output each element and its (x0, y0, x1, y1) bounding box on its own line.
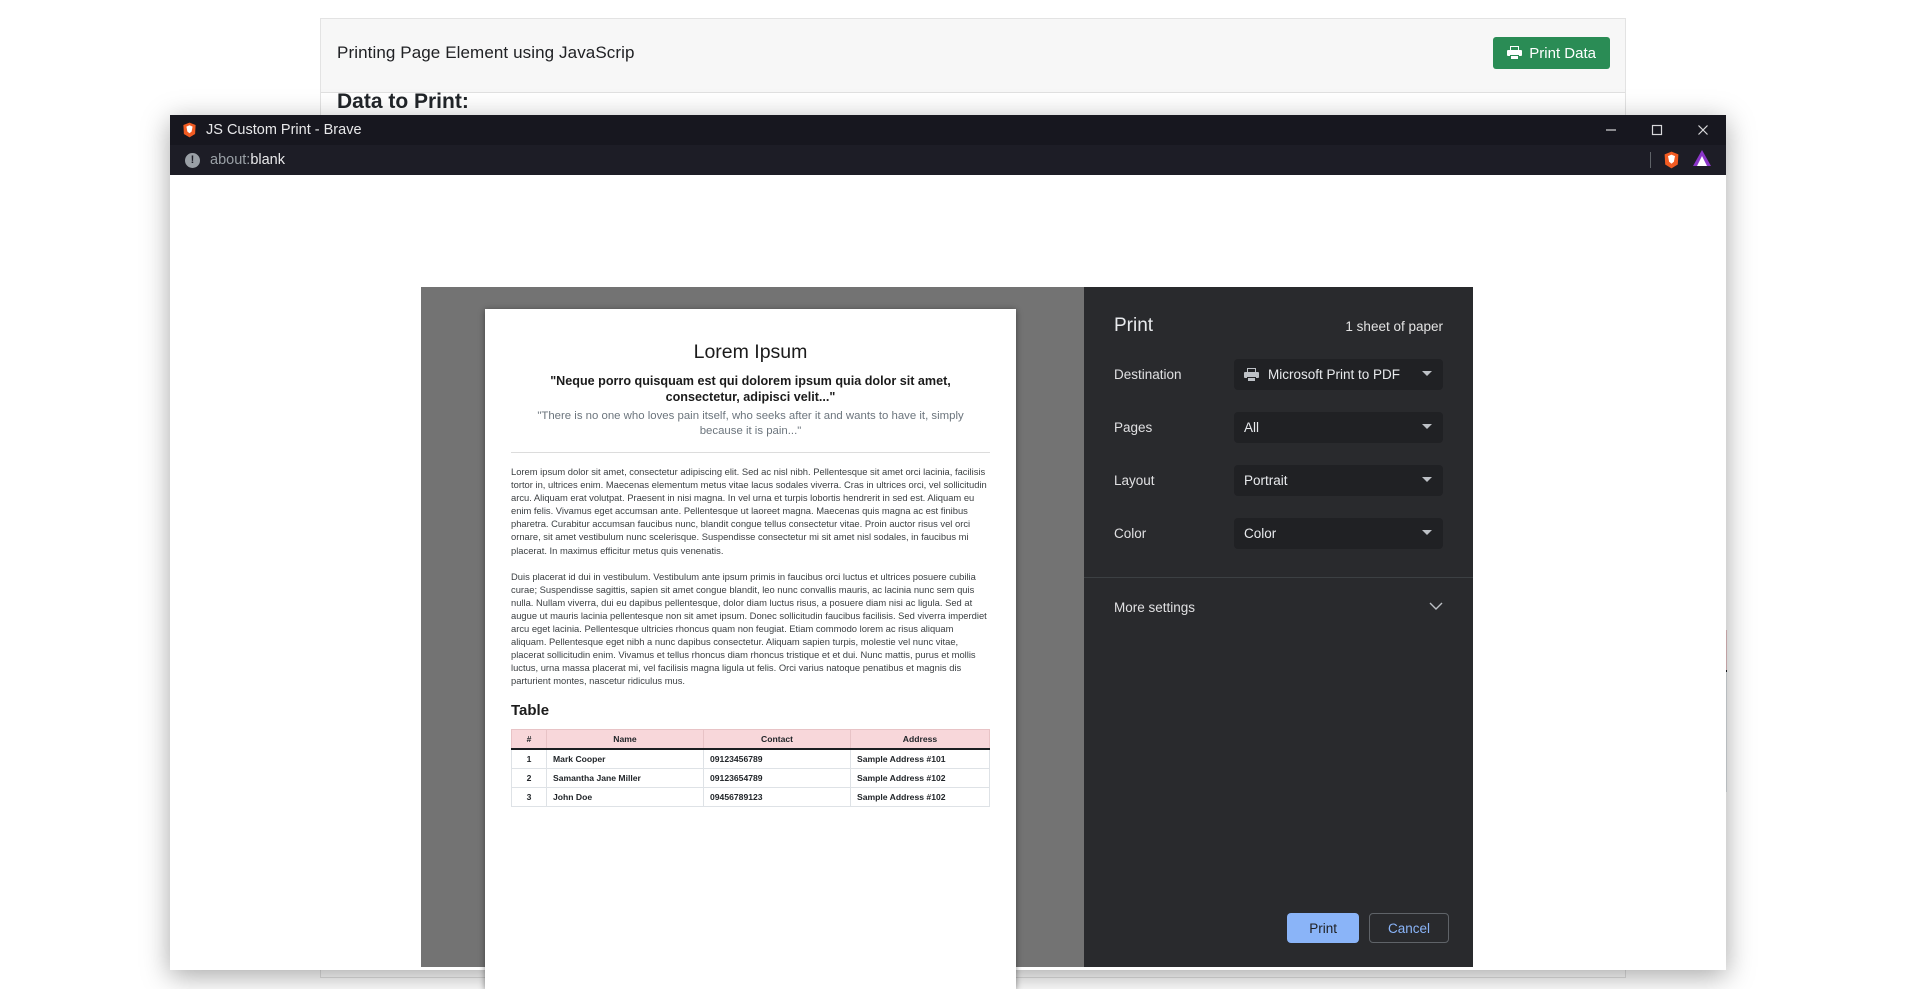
preview-cell-contact: 09123456789 (704, 749, 851, 769)
preview-table-row: 1 Mark Cooper 09123456789 Sample Address… (512, 749, 990, 769)
browser-window: JS Custom Print - Brave ! about:blank (170, 115, 1726, 970)
layout-select[interactable]: Portrait (1234, 465, 1443, 496)
preview-cell-contact: 09123654789 (704, 768, 851, 787)
destination-label: Destination (1114, 367, 1234, 382)
print-preview-overlay: Lorem Ipsum "Neque porro quisquam est qu… (170, 175, 1726, 970)
chevron-down-icon (1429, 598, 1443, 616)
chevron-down-icon (1422, 371, 1432, 376)
toolbar-right-actions (1650, 145, 1712, 175)
page-header-card: Printing Page Element using JavaScrip Pr… (320, 18, 1626, 93)
more-settings-label: More settings (1114, 600, 1195, 615)
info-icon[interactable]: ! (185, 153, 200, 168)
color-row: Color Color (1084, 518, 1473, 549)
sheet-count-summary: 1 sheet of paper (1345, 319, 1443, 334)
pages-row: Pages All (1084, 412, 1473, 443)
destination-row: Destination Microsoft Print to PDF (1084, 359, 1473, 390)
brave-logo-icon (182, 122, 197, 138)
minimize-icon[interactable] (1588, 115, 1634, 145)
print-settings-pane: Print 1 sheet of paper Destination Micro… (1084, 287, 1473, 967)
address-bar[interactable]: about:blank (210, 152, 285, 168)
url-scheme: about: (210, 152, 250, 168)
pages-select[interactable]: All (1234, 412, 1443, 443)
more-settings-toggle[interactable]: More settings (1084, 578, 1473, 616)
window-titlebar: JS Custom Print - Brave (170, 115, 1726, 145)
color-select[interactable]: Color (1234, 518, 1443, 549)
close-icon[interactable] (1680, 115, 1726, 145)
preview-col-contact: Contact (704, 729, 851, 749)
preview-col-number: # (512, 729, 547, 749)
print-data-button[interactable]: Print Data (1493, 37, 1610, 69)
preview-cell-name: Samantha Jane Miller (547, 768, 704, 787)
destination-select[interactable]: Microsoft Print to PDF (1234, 359, 1443, 390)
url-host: blank (250, 152, 285, 168)
printer-icon (1244, 368, 1259, 382)
browser-toolbar: ! about:blank (170, 145, 1726, 175)
layout-label: Layout (1114, 473, 1234, 488)
preview-subquote: "There is no one who loves pain itself, … (525, 409, 976, 439)
preview-col-name: Name (547, 729, 704, 749)
preview-table-header-row: # Name Contact Address (512, 729, 990, 749)
preview-divider (511, 452, 990, 453)
print-preview-pane: Lorem Ipsum "Neque porro quisquam est qu… (421, 287, 1084, 967)
preview-cell-address: Sample Address #102 (851, 787, 990, 806)
print-dialog-actions: Print Cancel (1084, 913, 1473, 967)
window-title: JS Custom Print - Brave (206, 122, 362, 138)
chevron-down-icon (1422, 477, 1432, 482)
preview-cell-number: 1 (512, 749, 547, 769)
preview-cell-name: John Doe (547, 787, 704, 806)
section-heading: Data to Print: (337, 90, 469, 114)
pages-value: All (1244, 420, 1259, 435)
preview-col-address: Address (851, 729, 990, 749)
destination-value: Microsoft Print to PDF (1268, 367, 1400, 382)
preview-data-table: # Name Contact Address 1 Mark Cooper 091… (511, 729, 990, 807)
print-dialog-header: Print 1 sheet of paper (1084, 287, 1473, 337)
print-preview-page: Lorem Ipsum "Neque porro quisquam est qu… (485, 309, 1016, 989)
preview-cell-contact: 09456789123 (704, 787, 851, 806)
preview-cell-name: Mark Cooper (547, 749, 704, 769)
layout-row: Layout Portrait (1084, 465, 1473, 496)
pages-label: Pages (1114, 420, 1234, 435)
preview-table-row: 3 John Doe 09456789123 Sample Address #1… (512, 787, 990, 806)
printer-icon (1507, 46, 1522, 60)
cancel-button[interactable]: Cancel (1369, 913, 1449, 943)
brave-shields-icon[interactable] (1663, 151, 1680, 169)
layout-value: Portrait (1244, 473, 1288, 488)
preview-title: Lorem Ipsum (511, 341, 990, 364)
preview-table-row: 2 Samantha Jane Miller 09123654789 Sampl… (512, 768, 990, 787)
preview-cell-address: Sample Address #102 (851, 768, 990, 787)
window-controls (1588, 115, 1726, 145)
browser-viewport: Lorem Ipsum "Neque porro quisquam est qu… (170, 175, 1726, 970)
toolbar-divider (1650, 152, 1651, 168)
color-value: Color (1244, 526, 1276, 541)
preview-table-heading: Table (511, 702, 990, 719)
preview-quote: "Neque porro quisquam est qui dolorem ip… (519, 373, 982, 405)
chevron-down-icon (1422, 530, 1432, 535)
color-label: Color (1114, 526, 1234, 541)
print-button[interactable]: Print (1287, 913, 1359, 943)
chevron-down-icon (1422, 424, 1432, 429)
print-data-button-label: Print Data (1529, 45, 1596, 62)
preview-cell-number: 2 (512, 768, 547, 787)
preview-paragraph-1: Lorem ipsum dolor sit amet, consectetur … (511, 465, 990, 557)
preview-cell-address: Sample Address #101 (851, 749, 990, 769)
brave-rewards-icon[interactable] (1692, 149, 1712, 172)
print-dialog-title: Print (1114, 315, 1153, 337)
maximize-icon[interactable] (1634, 115, 1680, 145)
preview-cell-number: 3 (512, 787, 547, 806)
preview-paragraph-2: Duis placerat id dui in vestibulum. Vest… (511, 570, 990, 688)
page-title: Printing Page Element using JavaScrip (337, 43, 635, 63)
